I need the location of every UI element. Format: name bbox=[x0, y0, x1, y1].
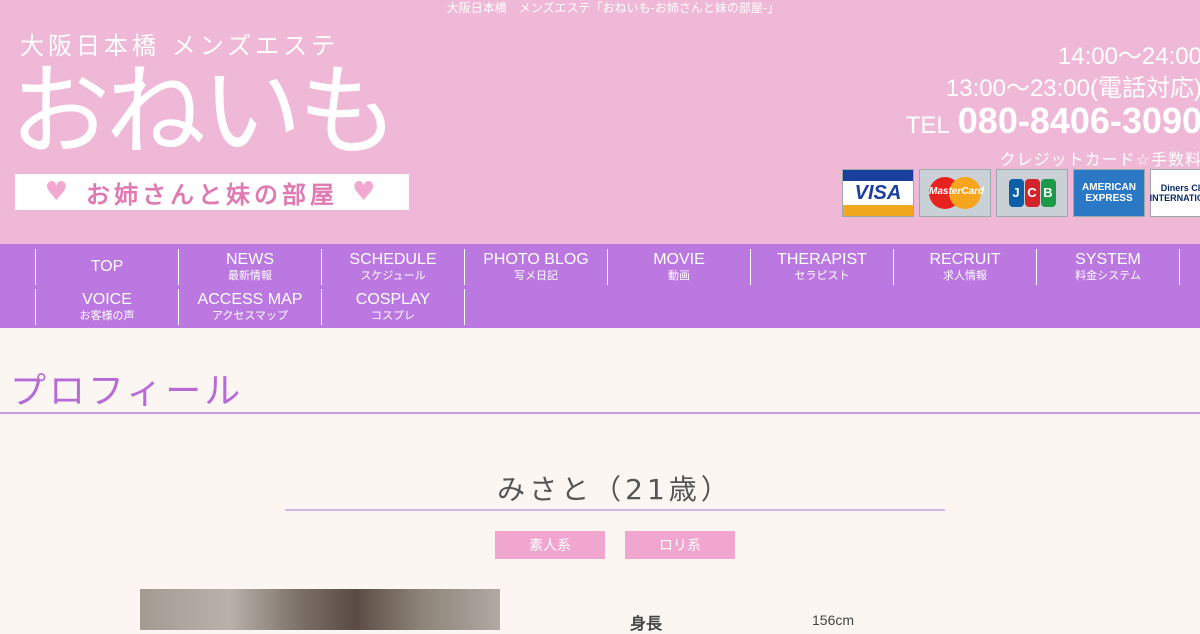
tag-badge: ロリ系 bbox=[625, 531, 735, 559]
nav-item-sublabel: 最新情報 bbox=[228, 269, 272, 282]
credit-card-note: クレジットカード☆手数料 bbox=[999, 150, 1200, 169]
nav-item-label: NEWS bbox=[226, 251, 274, 268]
spec-height-label: 身長 bbox=[630, 614, 663, 633]
phone-hours: 13:00～23:00(電話対応) bbox=[945, 75, 1200, 102]
nav-item-label: MOVIE bbox=[653, 251, 705, 268]
nav-item-sublabel: 料金システム bbox=[1075, 269, 1141, 282]
nav-item-label: VOICE bbox=[82, 291, 132, 308]
nav-item-sublabel: 動画 bbox=[668, 269, 690, 282]
business-hours: 14:00～24:00 bbox=[1057, 43, 1200, 70]
mastercard-label: MasterCard bbox=[929, 186, 985, 197]
nav-row-2: VOICE お客様の声 ACCESS MAP アクセスマップ COSPLAY コ… bbox=[35, 289, 465, 325]
nav-item-system[interactable]: SYSTEM 料金システム bbox=[1036, 249, 1180, 285]
credit-card-logos: VISA MasterCard JCB AMERICAN EXPRESS Din… bbox=[842, 169, 1200, 217]
nav-item-label: THERAPIST bbox=[777, 251, 867, 268]
main-nav: TOP NEWS 最新情報 SCHEDULE スケジュール PHOTO BLOG… bbox=[0, 244, 1200, 328]
heart-icon: ♥ bbox=[352, 177, 380, 207]
tel-number[interactable]: 080-8406-3090 bbox=[958, 100, 1200, 141]
nav-item-label: PHOTO BLOG bbox=[483, 251, 589, 268]
logo-subtitle-text: お姉さんと妹の部屋 bbox=[86, 180, 338, 209]
nav-item-sublabel: 写メ日記 bbox=[514, 269, 558, 282]
nav-item-top[interactable]: TOP bbox=[35, 249, 179, 285]
nav-row-1: TOP NEWS 最新情報 SCHEDULE スケジュール PHOTO BLOG… bbox=[35, 249, 1180, 285]
nav-item-news[interactable]: NEWS 最新情報 bbox=[178, 249, 322, 285]
name-divider bbox=[285, 509, 945, 511]
spec-height-value: 156cm bbox=[812, 612, 855, 628]
page-title: プロフィール bbox=[10, 371, 244, 412]
nav-item-sublabel: スケジュール bbox=[360, 269, 426, 282]
jcb-card-icon: JCB bbox=[996, 169, 1068, 217]
nav-item-cosplay[interactable]: COSPLAY コスプレ bbox=[321, 289, 465, 325]
nav-item-sublabel: コスプレ bbox=[371, 309, 415, 322]
heart-icon: ♥ bbox=[44, 177, 72, 207]
site-logo[interactable]: おねいも bbox=[10, 52, 398, 172]
mastercard-icon: MasterCard bbox=[919, 169, 991, 217]
site-header: 大阪日本橋 メンズエステ「おねいも-お姉さんと妹の部屋-」 大阪日本橋 メンズエ… bbox=[0, 0, 1200, 244]
diners-card-icon: Diners Club INTERNATIONAL bbox=[1150, 169, 1200, 217]
logo-subtitle: ♥ お姉さんと妹の部屋 ♥ bbox=[15, 174, 409, 210]
tel-label: TEL bbox=[905, 112, 950, 139]
title-divider bbox=[0, 412, 1200, 414]
profile-photo[interactable] bbox=[140, 589, 500, 630]
nav-item-schedule[interactable]: SCHEDULE スケジュール bbox=[321, 249, 465, 285]
nav-item-label: RECRUIT bbox=[929, 251, 1001, 268]
nav-item-label: COSPLAY bbox=[355, 291, 431, 308]
nav-item-sublabel: セラピスト bbox=[794, 269, 850, 282]
nav-item-label: SYSTEM bbox=[1075, 251, 1141, 268]
profile-tags: 素人系 ロリ系 bbox=[495, 531, 735, 559]
nav-item-label: TOP bbox=[90, 258, 124, 275]
nav-item-therapist[interactable]: THERAPIST セラピスト bbox=[750, 249, 894, 285]
nav-item-sublabel: お客様の声 bbox=[79, 309, 135, 322]
nav-item-label: ACCESS MAP bbox=[197, 291, 303, 308]
nav-item-sublabel: 求人情報 bbox=[943, 269, 987, 282]
nav-item-photo-blog[interactable]: PHOTO BLOG 写メ日記 bbox=[464, 249, 608, 285]
tel-link[interactable]: TEL 080-8406-3090 bbox=[906, 100, 1200, 142]
nav-item-movie[interactable]: MOVIE 動画 bbox=[607, 249, 751, 285]
nav-item-access-map[interactable]: ACCESS MAP アクセスマップ bbox=[178, 289, 322, 325]
nav-item-label: SCHEDULE bbox=[349, 251, 437, 268]
visa-card-icon: VISA bbox=[842, 169, 914, 217]
site-tagline: 大阪日本橋 メンズエステ「おねいも-お姉さんと妹の部屋-」 bbox=[446, 1, 780, 15]
nav-item-sublabel: アクセスマップ bbox=[211, 309, 289, 322]
profile-name: みさと（21歳） bbox=[497, 473, 733, 506]
nav-item-voice[interactable]: VOICE お客様の声 bbox=[35, 289, 179, 325]
amex-card-icon: AMERICAN EXPRESS bbox=[1073, 169, 1145, 217]
nav-item-recruit[interactable]: RECRUIT 求人情報 bbox=[893, 249, 1037, 285]
tag-badge: 素人系 bbox=[495, 531, 605, 559]
